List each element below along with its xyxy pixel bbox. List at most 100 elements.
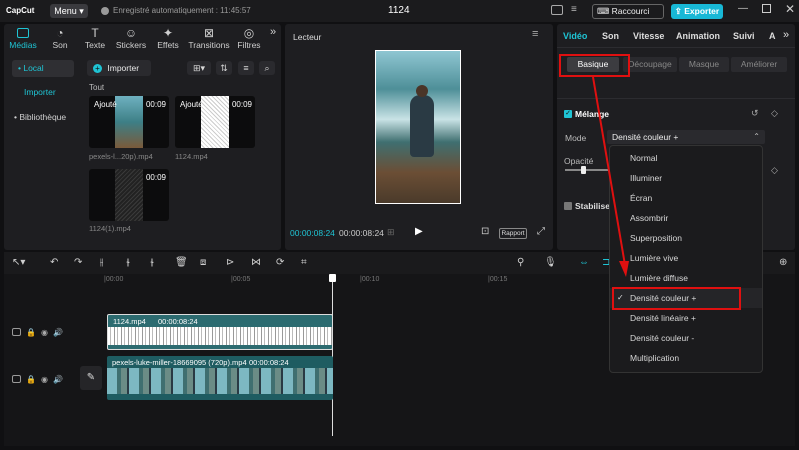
expand-icon[interactable]: ⤢: [537, 226, 545, 237]
project-title: 1124: [388, 5, 410, 16]
tab-text[interactable]: T Texte: [78, 26, 112, 52]
more-tabs-icon[interactable]: »: [266, 26, 280, 52]
delete-icon[interactable]: 🗑: [175, 257, 188, 268]
edit-cover-button[interactable]: ✎: [80, 366, 102, 390]
export-button[interactable]: ⇪ Exporter: [671, 4, 723, 19]
microphone-icon[interactable]: 🎙: [544, 257, 557, 268]
grid-icon[interactable]: ⊞: [387, 227, 395, 238]
opacity-keyframe-icon[interactable]: ◇: [771, 165, 778, 176]
sidebar-item-library[interactable]: • Bibliothèque: [14, 112, 66, 122]
blend-option-multiply[interactable]: Multiplication: [610, 348, 762, 368]
track-visibility-icon[interactable]: [12, 375, 21, 383]
tab-video[interactable]: Vidéo: [563, 31, 587, 41]
tab-animation[interactable]: Animation: [676, 31, 720, 41]
waterfall-frames: [107, 368, 333, 394]
eye-icon[interactable]: ◉: [41, 328, 48, 338]
export-icon: ⇪: [674, 6, 682, 16]
sidebar-item-local[interactable]: • Local: [12, 60, 74, 77]
subtab-crop[interactable]: Découpage: [623, 57, 677, 72]
layout-icon[interactable]: [551, 5, 563, 15]
eye-icon[interactable]: ◉: [41, 375, 48, 385]
reset-icon[interactable]: ↺: [751, 108, 759, 119]
redo-icon[interactable]: ↷: [74, 257, 82, 268]
track-header-column: [4, 274, 76, 446]
tab-more[interactable]: A: [769, 31, 776, 41]
zoom-in-icon[interactable]: ⊕: [779, 257, 787, 268]
media-clip-2[interactable]: Ajouté 00:09: [175, 96, 255, 148]
sort-icon[interactable]: ⇅: [216, 61, 232, 75]
tab-sound[interactable]: Son: [602, 31, 619, 41]
split-left-icon[interactable]: ⫳: [126, 257, 130, 268]
subtab-enhance[interactable]: Améliorer: [731, 57, 787, 72]
rotate-icon[interactable]: ⟳: [276, 257, 284, 268]
maximize-button[interactable]: [762, 4, 771, 13]
freeze-icon[interactable]: ⧈: [200, 257, 206, 268]
filter-list-icon[interactable]: ≡: [238, 61, 254, 75]
subtab-mask[interactable]: Masque: [679, 57, 729, 72]
total-time: 00:00:08:24: [339, 228, 384, 238]
tab-speed[interactable]: Vitesse: [633, 31, 664, 41]
lock-icon[interactable]: 🔒: [26, 375, 36, 385]
reverse-icon[interactable]: ⊳: [226, 257, 234, 268]
annotation-arrow: [592, 76, 629, 277]
ratio-button[interactable]: Rapport: [499, 228, 527, 239]
split-icon[interactable]: ⫲: [100, 257, 103, 268]
sidebar-item-import[interactable]: Importer: [24, 87, 56, 97]
media-clip-1[interactable]: Ajouté 00:09: [89, 96, 169, 148]
tab-label: Filtres: [237, 40, 261, 50]
stabilize-checkbox[interactable]: [564, 202, 572, 210]
lock-icon[interactable]: 🔒: [26, 328, 36, 338]
more-inspector-tabs-icon[interactable]: »: [783, 29, 789, 41]
close-button[interactable]: ✕: [785, 2, 795, 16]
tab-transitions[interactable]: ⊠ Transitions: [186, 26, 232, 52]
tab-audio[interactable]: ◔ Son: [42, 26, 78, 52]
tab-stickers[interactable]: ☺ Stickers: [112, 26, 150, 52]
title-bar: CapCut Menu ▾ Enregistré automatiquement…: [0, 0, 799, 22]
track-1-controls: 🔒 ◉ 🔊: [12, 328, 72, 338]
blend-checkbox[interactable]: ✓: [564, 110, 572, 118]
mirror-icon[interactable]: ⋈: [251, 257, 261, 268]
media-clip-3[interactable]: 00:09: [89, 169, 169, 221]
shortcuts-button[interactable]: ⌨ Raccourci: [592, 4, 664, 19]
keyframe-icon[interactable]: ◇: [771, 108, 778, 119]
grid-view-icon[interactable]: ⊞▾: [187, 61, 211, 75]
tab-label: Son: [52, 40, 68, 50]
tab-media[interactable]: Médias: [4, 26, 42, 52]
select-tool-icon[interactable]: ↖▾: [12, 257, 25, 268]
timeline-clip-top[interactable]: 1124.mp4 00:00:08:24: [107, 314, 333, 350]
media-clip-2-name: 1124.mp4: [175, 152, 208, 161]
undo-icon[interactable]: ↶: [50, 257, 58, 268]
timeline-clip-main[interactable]: pexels-luke-miller-18669095 (720p).mp4 0…: [107, 356, 333, 400]
capcut-logo: CapCut: [6, 6, 35, 15]
clip-duration: 00:09: [231, 100, 252, 109]
hiker-head: [416, 85, 428, 97]
menu-button[interactable]: Menu ▾: [50, 4, 88, 18]
current-time: 00:00:08:24: [290, 228, 335, 238]
volume-icon[interactable]: 🔊: [53, 328, 63, 338]
crop-icon[interactable]: ⌗: [301, 257, 307, 268]
playhead[interactable]: [329, 274, 336, 436]
tab-filters[interactable]: ◎ Filtres: [232, 26, 266, 52]
auto-reframe-icon[interactable]: ⚲: [517, 257, 524, 268]
fullscreen-crop-icon[interactable]: ⊡: [481, 226, 489, 237]
sketch-frames: [108, 327, 332, 345]
media-panel: Médias ◔ Son T Texte ☺ Stickers ✦ Effets…: [4, 24, 281, 250]
inspector-tabs: Vidéo Son Vitesse Animation Suivi A »: [557, 24, 795, 48]
ruler-tick: |00:05: [231, 276, 251, 283]
split-right-icon[interactable]: ⫳: [150, 257, 154, 268]
playhead-handle[interactable]: [329, 274, 336, 282]
tab-effects[interactable]: ✦ Effets: [150, 26, 186, 52]
volume-icon[interactable]: 🔊: [53, 375, 63, 385]
list-icon[interactable]: ≡: [571, 4, 577, 15]
search-icon[interactable]: ⌕: [259, 61, 275, 75]
blend-option-color-burn[interactable]: Densité couleur -: [610, 328, 762, 348]
tab-tracking[interactable]: Suivi: [733, 31, 755, 41]
play-button[interactable]: ▶: [415, 226, 423, 237]
player-menu-icon[interactable]: ≡: [532, 28, 538, 40]
minimize-button[interactable]: —: [738, 3, 748, 14]
media-tabs: Médias ◔ Son T Texte ☺ Stickers ✦ Effets…: [4, 26, 281, 52]
track-visibility-icon[interactable]: [12, 328, 21, 336]
blend-option-linear-dodge[interactable]: Densité linéaire +: [610, 308, 762, 328]
import-button[interactable]: + Importer: [87, 60, 151, 76]
keyboard-icon: ⌨: [597, 6, 610, 16]
